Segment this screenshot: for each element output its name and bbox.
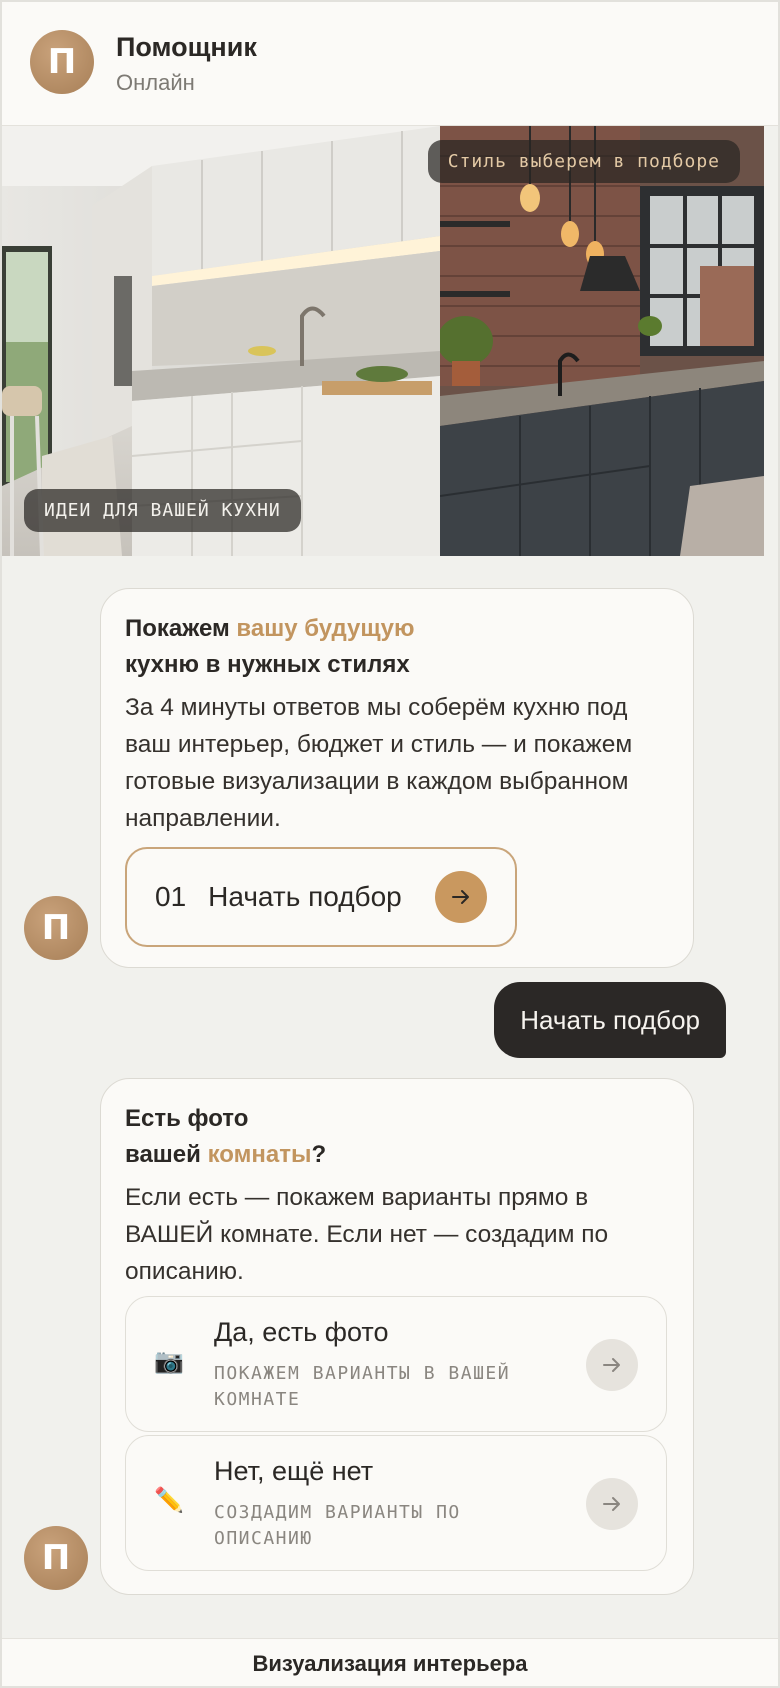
option-no-photo[interactable]: ✏️ Нет, ещё нет СОЗДАДИМ ВАРИАНТЫ ПО ОПИ… xyxy=(125,1435,667,1571)
start-selection-label: Начать подбор xyxy=(208,881,402,912)
app-frame: П Помощник Онлайн Стиль выберем в подбор… xyxy=(0,0,780,1688)
loft-kitchen-photo xyxy=(440,126,764,556)
assistant-message-avatar: П xyxy=(24,896,88,960)
footer-label: Визуализация интерьера xyxy=(2,1638,778,1686)
avatar-letter: П xyxy=(41,1538,71,1578)
user-message-bubble: Начать подбор xyxy=(494,982,726,1058)
arrow-right-icon xyxy=(586,1478,638,1530)
assistant-name: Помощник xyxy=(116,32,257,62)
assistant-avatar: П xyxy=(30,30,94,94)
online-status: Онлайн xyxy=(116,70,195,95)
style-hint-tag: Стиль выберем в подборе xyxy=(427,140,740,183)
option-has-photo[interactable]: 📷 Да, есть фото ПОКАЖЕМ ВАРИАНТЫ В ВАШЕЙ… xyxy=(125,1296,667,1432)
photo-title-accent: комнаты xyxy=(207,1141,312,1168)
avatar-letter: П xyxy=(47,42,77,82)
camera-icon: 📷 xyxy=(154,1348,184,1375)
arrow-right-icon xyxy=(435,871,487,923)
photo-question-title: Есть фото вашей комнаты? xyxy=(125,1101,669,1173)
intro-message-card: Покажем вашу будущую кухню в нужных стил… xyxy=(100,588,694,968)
photo-title-line1: Есть фото xyxy=(125,1105,249,1132)
hero-image: Стиль выберем в подборе ИДЕИ ДЛЯ ВАШЕЙ К… xyxy=(2,126,764,556)
intro-title: Покажем вашу будущую кухню в нужных стил… xyxy=(125,611,669,683)
option-subtitle: СОЗДАДИМ ВАРИАНТЫ ПО ОПИСАНИЮ xyxy=(214,1502,461,1549)
kitchen-ideas-tag: ИДЕИ ДЛЯ ВАШЕЙ КУХНИ xyxy=(24,489,301,532)
photo-title-end: ? xyxy=(311,1141,327,1168)
option-title: Нет, ещё нет xyxy=(214,1456,374,1486)
assistant-message-avatar: П xyxy=(24,1526,88,1590)
option-subtitle: ПОКАЖЕМ ВАРИАНТЫ В ВАШЕЙ КОМНАТЕ xyxy=(214,1363,511,1410)
start-selection-button[interactable]: 01 Начать подбор xyxy=(125,847,517,947)
pencil-icon: ✏️ xyxy=(154,1487,184,1514)
photo-question-text: Если есть — покажем варианты прямо в ВАШ… xyxy=(125,1184,609,1285)
arrow-right-icon xyxy=(586,1339,638,1391)
avatar-letter: П xyxy=(41,908,71,948)
chat-header: П Помощник Онлайн xyxy=(2,2,778,126)
intro-title-part1: Покажем xyxy=(125,615,237,642)
step-number: 01 xyxy=(155,881,187,912)
photo-question-card: Есть фото вашей комнаты? Если есть — пок… xyxy=(100,1078,694,1595)
intro-title-part2: кухню в нужных стилях xyxy=(125,651,410,678)
option-title: Да, есть фото xyxy=(214,1317,389,1347)
intro-title-accent: вашу будущую xyxy=(236,615,415,642)
photo-title-part1: вашей xyxy=(125,1141,208,1168)
intro-text: За 4 минуты ответов мы соберём кухню под… xyxy=(125,694,633,832)
